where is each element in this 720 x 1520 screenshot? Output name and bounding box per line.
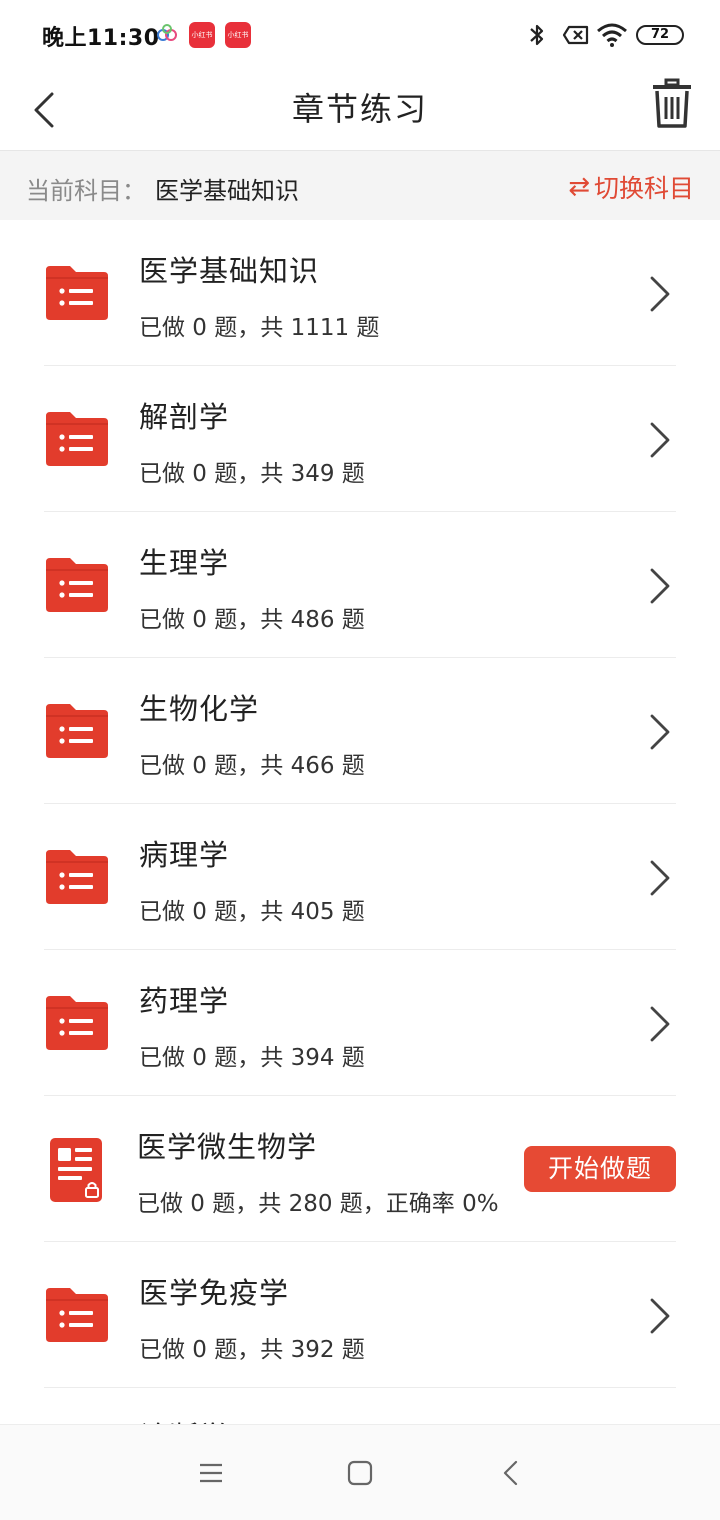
chapter-progress: 已做 0 题，共 392 题 — [139, 1337, 365, 1363]
trash-icon[interactable] — [648, 76, 696, 132]
chapter-row[interactable]: 医学微生物学 已做 0 题，共 280 题，正确率 0% 开始做题 — [0, 1096, 720, 1242]
folder-list-icon — [46, 412, 108, 466]
chapter-title: 医学微生物学 — [137, 1130, 318, 1164]
chapter-row[interactable]: 病理学 已做 0 题，共 405 题 — [0, 804, 720, 950]
current-subject-bar: 当前科目： 医学基础知识 ⇄ 切换科目 — [0, 150, 720, 220]
chevron-right-icon — [650, 1298, 670, 1334]
chapter-row[interactable]: 解剖学 已做 0 题，共 349 题 — [0, 366, 720, 512]
app-notification-icon — [157, 24, 177, 41]
xiaohongshu-icon: 小红书 — [225, 22, 251, 48]
switch-subject-button[interactable]: ⇄ 切换科目 — [568, 169, 694, 205]
chapter-row[interactable]: 生物化学 已做 0 题，共 466 题 — [0, 658, 720, 804]
chapter-progress: 已做 0 题，共 394 题 — [139, 1045, 365, 1071]
chevron-right-icon — [650, 276, 670, 312]
locked-document-icon — [50, 1138, 102, 1202]
bluetooth-icon — [530, 24, 544, 46]
battery-indicator: 72 — [636, 25, 684, 45]
chapter-row[interactable]: 生理学 已做 0 题，共 486 题 — [0, 512, 720, 658]
chapter-title: 医学免疫学 — [139, 1276, 290, 1310]
chapter-progress: 已做 0 题，共 1111 题 — [139, 315, 380, 341]
system-back-icon[interactable] — [494, 1455, 530, 1491]
chapter-row[interactable]: 药理学 已做 0 题，共 394 题 — [0, 950, 720, 1096]
chapter-list: 医学基础知识 已做 0 题，共 1111 题 解剖学 已做 0 题，共 349 … — [0, 220, 720, 1424]
page-title: 章节练习 — [291, 90, 428, 128]
folder-list-icon — [46, 850, 108, 904]
xiaohongshu-icon: 小红书 — [189, 22, 215, 48]
system-navigation-bar — [0, 1424, 720, 1520]
chapter-row[interactable]: 诊断学 — [0, 1388, 720, 1424]
chevron-right-icon — [650, 1006, 670, 1042]
status-bar: 晚上11:30 小红书 小红书 72 — [0, 0, 720, 70]
chapter-progress: 已做 0 题，共 486 题 — [139, 607, 365, 633]
chapter-progress: 已做 0 题，共 405 题 — [139, 899, 365, 925]
chapter-title: 生物化学 — [139, 692, 260, 726]
home-icon[interactable] — [342, 1455, 378, 1491]
chapter-title: 病理学 — [139, 838, 230, 872]
current-subject-label: 当前科目： — [26, 177, 146, 205]
chevron-right-icon — [650, 422, 670, 458]
folder-list-icon — [46, 558, 108, 612]
chapter-progress: 已做 0 题，共 349 题 — [139, 461, 365, 487]
folder-list-icon — [46, 704, 108, 758]
current-subject-value: 医学基础知识 — [155, 177, 299, 205]
chevron-right-icon — [650, 860, 670, 896]
swap-icon: ⇄ — [568, 172, 590, 202]
chapter-title: 药理学 — [139, 984, 230, 1018]
no-sim-icon — [562, 25, 589, 45]
switch-subject-label: 切换科目 — [593, 174, 694, 203]
chapter-progress: 已做 0 题，共 280 题，正确率 0% — [137, 1191, 499, 1217]
chapter-title: 医学基础知识 — [139, 254, 320, 288]
app-header: 章节练习 — [0, 70, 720, 150]
folder-list-icon — [46, 1288, 108, 1342]
chevron-right-icon — [650, 714, 670, 750]
chapter-progress: 已做 0 题，共 466 题 — [139, 753, 365, 779]
chevron-right-icon — [650, 568, 670, 604]
recent-apps-icon[interactable] — [193, 1455, 229, 1491]
wifi-icon — [597, 23, 627, 47]
start-practice-button[interactable]: 开始做题 — [524, 1146, 676, 1192]
chapter-row[interactable]: 医学基础知识 已做 0 题，共 1111 题 — [0, 220, 720, 366]
chapter-title: 解剖学 — [139, 400, 230, 434]
folder-list-icon — [46, 996, 108, 1050]
chapter-title: 诊断学 — [139, 1414, 229, 1424]
chapter-title: 生理学 — [139, 546, 230, 580]
folder-list-icon — [46, 266, 108, 320]
chapter-row[interactable]: 医学免疫学 已做 0 题，共 392 题 — [0, 1242, 720, 1388]
status-time: 晚上11:30 — [42, 26, 160, 51]
